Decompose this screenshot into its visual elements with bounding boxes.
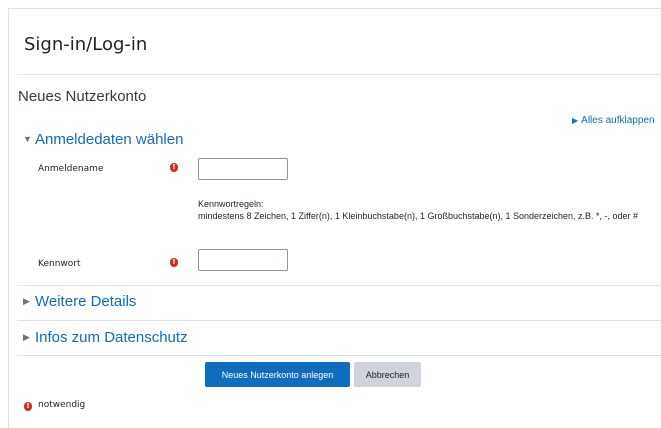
section-privacy-title: Infos zum Datenschutz xyxy=(35,329,188,346)
section-credentials-title: Anmeldedaten wählen xyxy=(35,131,184,148)
section-divider xyxy=(17,355,661,356)
create-account-button[interactable]: Neues Nutzerkonto anlegen xyxy=(205,362,350,387)
caret-right-icon: ▶ xyxy=(23,332,30,342)
page-heading: Neues Nutzerkonto xyxy=(18,88,147,105)
password-input[interactable] xyxy=(198,249,288,271)
caret-down-icon: ▼ xyxy=(23,134,32,144)
expand-all-label: Alles aufklappen xyxy=(581,115,655,126)
password-rules-title: Kennwortregeln: xyxy=(198,199,264,209)
section-divider xyxy=(17,285,661,286)
section-divider xyxy=(17,320,661,321)
section-more-details-title: Weitere Details xyxy=(35,293,137,310)
caret-right-icon: ▶ xyxy=(572,116,579,125)
header-divider xyxy=(17,74,661,75)
username-label: Anmeldename xyxy=(38,164,104,174)
caret-right-icon: ▶ xyxy=(23,296,30,306)
cancel-button[interactable]: Abbrechen xyxy=(354,362,421,387)
username-input[interactable] xyxy=(198,158,288,180)
exclamation-circle-icon: ! xyxy=(170,258,178,267)
required-legend-label: notwendig xyxy=(38,400,86,410)
password-rules: Kennwortregeln: mindestens 8 Zeichen, 1 … xyxy=(198,198,653,222)
section-privacy-toggle[interactable]: ▶ Infos zum Datenschutz xyxy=(23,329,188,346)
required-legend: ! notwendig xyxy=(24,400,85,411)
section-credentials-toggle[interactable]: ▼ Anmeldedaten wählen xyxy=(23,131,183,148)
site-title: Sign-in/Log-in xyxy=(24,34,148,55)
exclamation-circle-icon: ! xyxy=(170,163,178,172)
section-more-details-toggle[interactable]: ▶ Weitere Details xyxy=(23,293,136,310)
password-rules-text: mindestens 8 Zeichen, 1 Ziffer(n), 1 Kle… xyxy=(198,211,639,221)
password-label: Kennwort xyxy=(38,259,81,269)
expand-all-link[interactable]: ▶ Alles aufklappen xyxy=(572,115,655,126)
exclamation-circle-icon: ! xyxy=(24,402,32,411)
